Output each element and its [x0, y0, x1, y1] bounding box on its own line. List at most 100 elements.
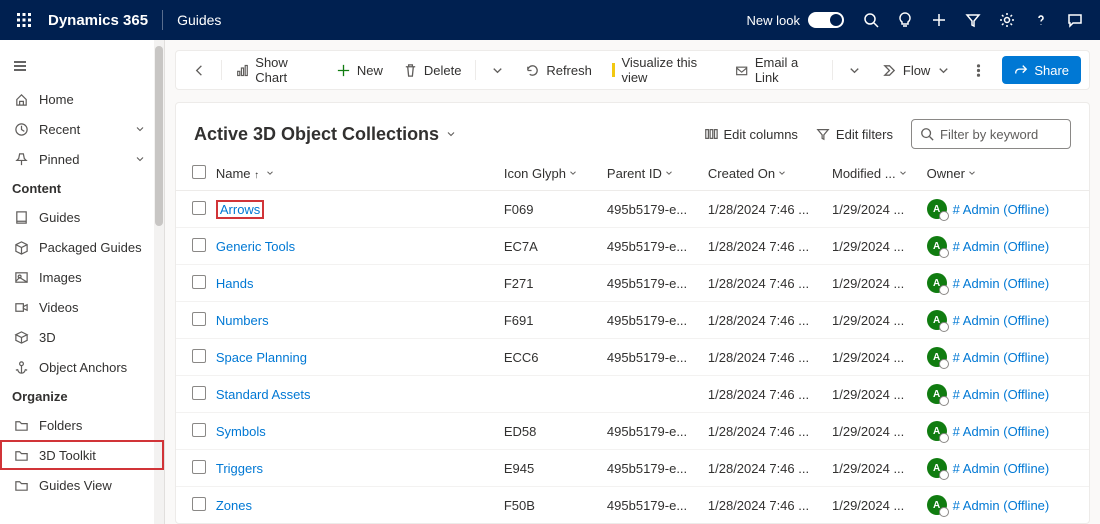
- help-icon[interactable]: [1024, 0, 1058, 40]
- plus-icon[interactable]: [922, 0, 956, 40]
- cell-owner[interactable]: A# Admin (Offline): [927, 236, 1083, 256]
- cell-owner[interactable]: A# Admin (Offline): [927, 310, 1083, 330]
- show-chart-button[interactable]: Show Chart: [228, 54, 324, 86]
- gear-icon[interactable]: [990, 0, 1024, 40]
- cell-owner[interactable]: A# Admin (Offline): [927, 273, 1083, 293]
- cell-parent-id: [601, 376, 702, 413]
- sidebar-item-recent[interactable]: Recent: [0, 114, 164, 144]
- app-launcher-icon[interactable]: [8, 4, 40, 36]
- sidebar-item-guides-view[interactable]: Guides View: [0, 470, 164, 500]
- cell-created-on: 1/28/2024 7:46 ...: [702, 302, 826, 339]
- main-area: Show Chart New Delete Refresh Visualize …: [165, 40, 1100, 524]
- column-header-name[interactable]: Name ↑: [214, 157, 498, 191]
- record-link[interactable]: Generic Tools: [216, 239, 295, 254]
- table-row: Arrows F069 495b5179-e... 1/28/2024 7:46…: [176, 191, 1089, 228]
- column-header-created-on[interactable]: Created On: [702, 157, 826, 191]
- visualize-button[interactable]: Visualize this view: [604, 54, 724, 86]
- flow-button[interactable]: Flow: [874, 54, 959, 86]
- data-grid: Name ↑ Icon Glyph Parent ID Created On M…: [176, 157, 1089, 524]
- cell-owner[interactable]: A# Admin (Offline): [927, 458, 1083, 478]
- filter-icon[interactable]: [956, 0, 990, 40]
- avatar: A: [927, 310, 947, 330]
- cell-owner[interactable]: A# Admin (Offline): [927, 421, 1083, 441]
- row-checkbox[interactable]: [176, 376, 214, 413]
- sidebar-item-folders[interactable]: Folders: [0, 410, 164, 440]
- sidebar-group-content: Content: [0, 174, 164, 202]
- record-link[interactable]: Standard Assets: [216, 387, 311, 402]
- cell-modified: 1/29/2024 ...: [826, 339, 921, 376]
- new-button[interactable]: New: [328, 54, 391, 86]
- view-title[interactable]: Active 3D Object Collections: [194, 124, 457, 145]
- row-checkbox[interactable]: [176, 413, 214, 450]
- cell-parent-id: 495b5179-e...: [601, 450, 702, 487]
- sidebar-collapse-button[interactable]: [2, 48, 38, 84]
- cell-owner[interactable]: A# Admin (Offline): [927, 495, 1083, 515]
- sidebar-item-guides[interactable]: Guides: [0, 202, 164, 232]
- select-all-checkbox[interactable]: [176, 157, 214, 191]
- table-row: Triggers E945 495b5179-e... 1/28/2024 7:…: [176, 450, 1089, 487]
- share-button[interactable]: Share: [1002, 56, 1081, 84]
- row-checkbox[interactable]: [176, 339, 214, 376]
- cell-parent-id: 495b5179-e...: [601, 413, 702, 450]
- sidebar-item-pinned[interactable]: Pinned: [0, 144, 164, 174]
- email-chevron[interactable]: [839, 54, 870, 86]
- row-checkbox[interactable]: [176, 487, 214, 524]
- column-header-modified[interactable]: Modified ...: [826, 157, 921, 191]
- product-label: Guides: [177, 12, 221, 28]
- column-header-icon-glyph[interactable]: Icon Glyph: [498, 157, 601, 191]
- edit-filters-button[interactable]: Edit filters: [816, 127, 893, 142]
- chat-icon[interactable]: [1058, 0, 1092, 40]
- record-link[interactable]: Arrows: [216, 200, 264, 219]
- sidebar-item-3d-toolkit[interactable]: 3D Toolkit: [0, 440, 164, 470]
- sidebar-item-object-anchors[interactable]: Object Anchors: [0, 352, 164, 382]
- sidebar-item-videos[interactable]: Videos: [0, 292, 164, 322]
- new-look-toggle[interactable]: New look: [747, 12, 844, 28]
- refresh-button[interactable]: Refresh: [517, 54, 600, 86]
- sidebar-item-label: Packaged Guides: [39, 240, 142, 255]
- record-link[interactable]: Space Planning: [216, 350, 307, 365]
- column-header-owner[interactable]: Owner: [921, 157, 1089, 191]
- cell-created-on: 1/28/2024 7:46 ...: [702, 450, 826, 487]
- brand-label: Dynamics 365: [48, 12, 148, 29]
- avatar: A: [927, 199, 947, 219]
- row-checkbox[interactable]: [176, 191, 214, 228]
- record-link[interactable]: Zones: [216, 498, 252, 513]
- content-card: Active 3D Object Collections Edit column…: [175, 102, 1090, 524]
- cell-parent-id: 495b5179-e...: [601, 339, 702, 376]
- record-link[interactable]: Triggers: [216, 461, 263, 476]
- lightbulb-icon[interactable]: [888, 0, 922, 40]
- sidebar-item-3d[interactable]: 3D: [0, 322, 164, 352]
- cell-icon-glyph: F691: [498, 302, 601, 339]
- table-header-row: Name ↑ Icon Glyph Parent ID Created On M…: [176, 157, 1089, 191]
- cell-owner[interactable]: A# Admin (Offline): [927, 384, 1083, 404]
- column-header-parent-id[interactable]: Parent ID: [601, 157, 702, 191]
- sidebar-item-images[interactable]: Images: [0, 262, 164, 292]
- email-link-button[interactable]: Email a Link: [727, 54, 826, 86]
- row-checkbox[interactable]: [176, 302, 214, 339]
- record-link[interactable]: Numbers: [216, 313, 269, 328]
- cell-owner[interactable]: A# Admin (Offline): [927, 199, 1083, 219]
- edit-columns-button[interactable]: Edit columns: [704, 127, 798, 142]
- avatar: A: [927, 273, 947, 293]
- overflow-button[interactable]: [963, 54, 994, 86]
- back-button[interactable]: [184, 54, 215, 86]
- row-checkbox[interactable]: [176, 228, 214, 265]
- table-row: Standard Assets 1/28/2024 7:46 ... 1/29/…: [176, 376, 1089, 413]
- search-icon[interactable]: [854, 0, 888, 40]
- row-checkbox[interactable]: [176, 450, 214, 487]
- sidebar-item-packaged-guides[interactable]: Packaged Guides: [0, 232, 164, 262]
- table-row: Space Planning ECC6 495b5179-e... 1/28/2…: [176, 339, 1089, 376]
- toggle-switch[interactable]: [808, 12, 844, 28]
- record-link[interactable]: Hands: [216, 276, 254, 291]
- delete-button[interactable]: Delete: [395, 54, 470, 86]
- cell-owner[interactable]: A# Admin (Offline): [927, 347, 1083, 367]
- filter-keyword-input[interactable]: Filter by keyword: [911, 119, 1071, 149]
- sidebar-item-label: Images: [39, 270, 82, 285]
- avatar: A: [927, 347, 947, 367]
- delete-chevron[interactable]: [482, 54, 513, 86]
- avatar: A: [927, 495, 947, 515]
- record-link[interactable]: Symbols: [216, 424, 266, 439]
- row-checkbox[interactable]: [176, 265, 214, 302]
- cell-icon-glyph: F271: [498, 265, 601, 302]
- sidebar-item-home[interactable]: Home: [0, 84, 164, 114]
